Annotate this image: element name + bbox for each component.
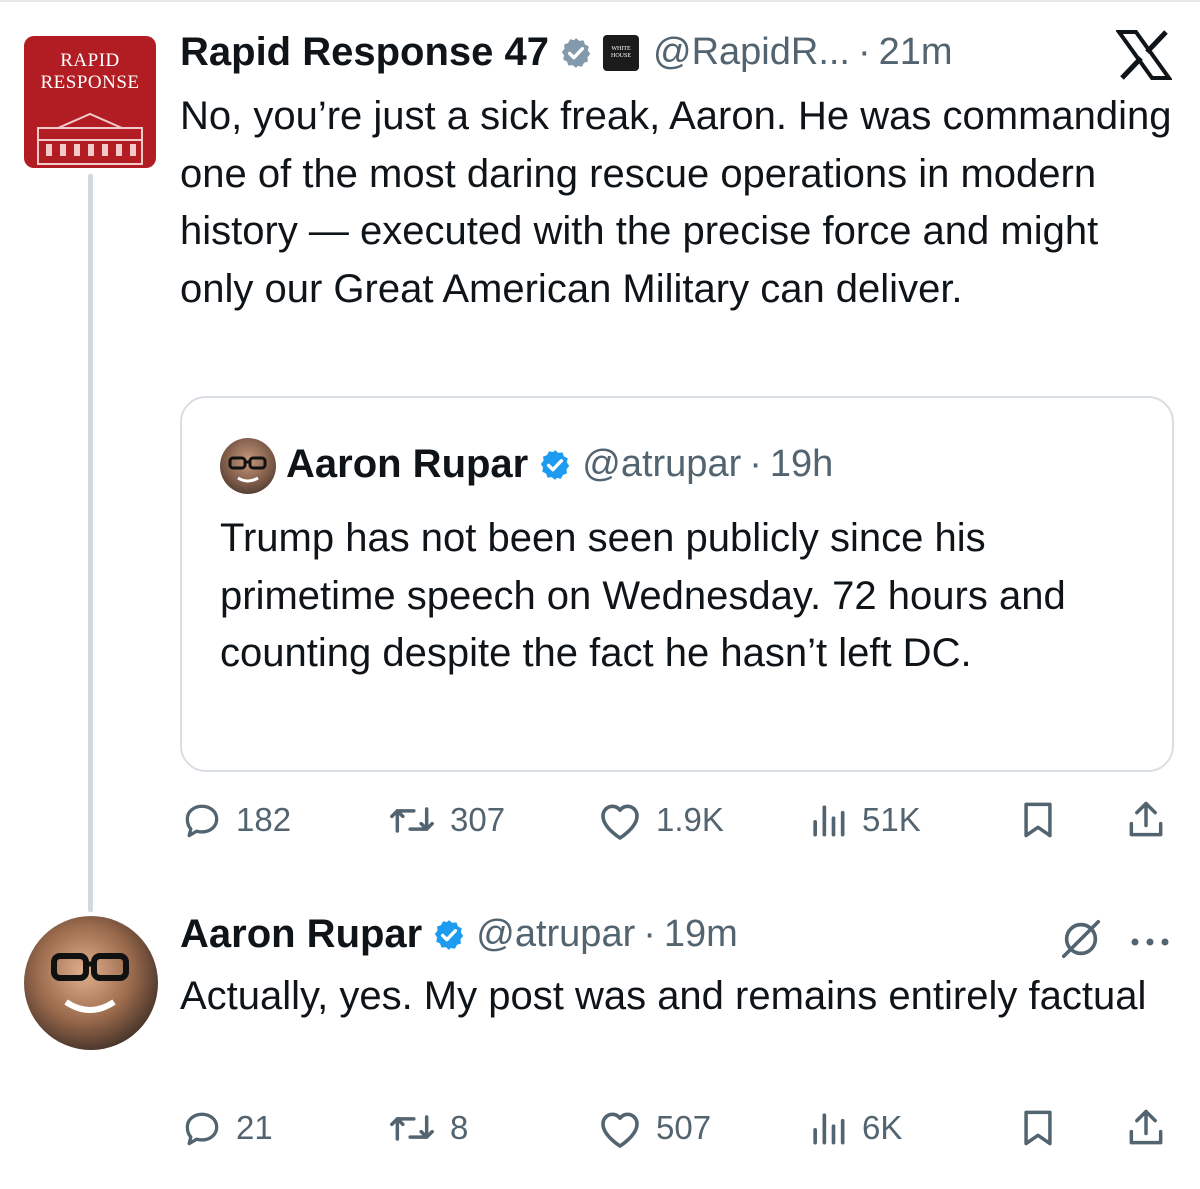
share-icon xyxy=(1129,801,1163,837)
grok-icon[interactable] xyxy=(1058,916,1104,962)
separator-dot: · xyxy=(749,443,762,485)
share-icon xyxy=(1129,1109,1163,1145)
reply-author-avatar[interactable] xyxy=(24,916,158,1050)
reply-post-text: Actually, yes. My post was and remains e… xyxy=(180,974,1147,1018)
author-name[interactable]: Rapid Response 47 xyxy=(180,30,549,75)
repost-count: 8 xyxy=(450,1109,469,1146)
quoted-post-text: Trump has not been seen publicly since h… xyxy=(220,516,1066,675)
bookmark-icon xyxy=(1024,802,1052,838)
main-post-actions: 182 307 1.9K 51K xyxy=(0,798,1200,848)
author-handle[interactable]: @RapidR... xyxy=(653,31,850,74)
verified-blue-icon xyxy=(435,919,464,950)
like-button[interactable]: 507 xyxy=(596,1106,711,1150)
reply-author-handle[interactable]: @atrupar xyxy=(476,913,635,956)
reply-button[interactable]: 182 xyxy=(180,798,291,842)
main-post-header: Rapid Response 47 WHITE HOUSE @RapidR...… xyxy=(180,30,953,75)
main-post-text: No, you’re just a sick freak, Aaron. He … xyxy=(180,94,1172,311)
reply-button[interactable]: 21 xyxy=(180,1106,273,1150)
x-logo-icon[interactable] xyxy=(1116,30,1172,80)
top-divider xyxy=(0,0,1200,2)
bookmark-button[interactable] xyxy=(1016,798,1072,842)
verified-blue-icon xyxy=(541,449,570,480)
views-chart-icon xyxy=(813,805,845,837)
views-chart-icon xyxy=(813,1113,845,1145)
share-button[interactable] xyxy=(1124,798,1180,842)
more-options-icon[interactable] xyxy=(1128,935,1172,949)
avatar-glasses-graphic xyxy=(51,953,129,1013)
reply-count: 182 xyxy=(236,801,292,838)
like-count: 507 xyxy=(656,1109,712,1146)
repost-button[interactable]: 307 xyxy=(386,798,505,842)
quoted-post-timestamp[interactable]: 19h xyxy=(770,443,833,486)
share-button[interactable] xyxy=(1124,1106,1180,1150)
verified-gray-icon xyxy=(561,37,591,68)
reply-icon xyxy=(185,804,219,838)
avatar-logo-text: RESPONSE xyxy=(40,72,140,93)
repost-count: 307 xyxy=(450,801,506,838)
rapid-response-avatar[interactable]: RAPID RESPONSE xyxy=(24,36,156,168)
heart-icon xyxy=(601,1112,639,1148)
like-button[interactable]: 1.9K xyxy=(596,798,724,842)
repost-icon xyxy=(390,807,434,833)
reply-icon xyxy=(185,1112,219,1146)
repost-button[interactable]: 8 xyxy=(386,1106,468,1150)
avatar-logo-text: RAPID xyxy=(60,50,120,71)
reply-post-header: Aaron Rupar @atrupar · 19m xyxy=(180,912,738,957)
reply-post-actions: 21 8 507 6K xyxy=(0,1106,1200,1156)
quoted-post-card[interactable]: Aaron Rupar @atrupar · 19h Trump has not… xyxy=(180,396,1174,772)
separator-dot: · xyxy=(643,913,656,955)
quoted-post-header: Aaron Rupar @atrupar · 19h xyxy=(286,442,833,487)
views-count: 6K xyxy=(862,1109,903,1146)
quoted-author-handle[interactable]: @atrupar xyxy=(582,443,741,486)
quoted-author-avatar xyxy=(220,438,276,494)
views-button[interactable]: 6K xyxy=(806,1106,902,1150)
bookmark-button[interactable] xyxy=(1016,1106,1072,1150)
post-timestamp[interactable]: 21m xyxy=(879,31,953,74)
repost-icon xyxy=(390,1115,434,1141)
bookmark-icon xyxy=(1024,1110,1052,1146)
like-count: 1.9K xyxy=(656,801,724,838)
white-house-affiliate-badge[interactable]: WHITE HOUSE xyxy=(603,34,640,71)
heart-icon xyxy=(601,804,639,840)
separator-dot: · xyxy=(858,31,871,73)
reply-author-name[interactable]: Aaron Rupar xyxy=(180,912,422,957)
reply-count: 21 xyxy=(236,1109,273,1146)
white-house-illustration xyxy=(37,112,143,165)
quoted-author-name[interactable]: Aaron Rupar xyxy=(286,442,528,487)
views-button[interactable]: 51K xyxy=(806,798,921,842)
reply-timestamp[interactable]: 19m xyxy=(664,913,738,956)
views-count: 51K xyxy=(862,801,921,838)
